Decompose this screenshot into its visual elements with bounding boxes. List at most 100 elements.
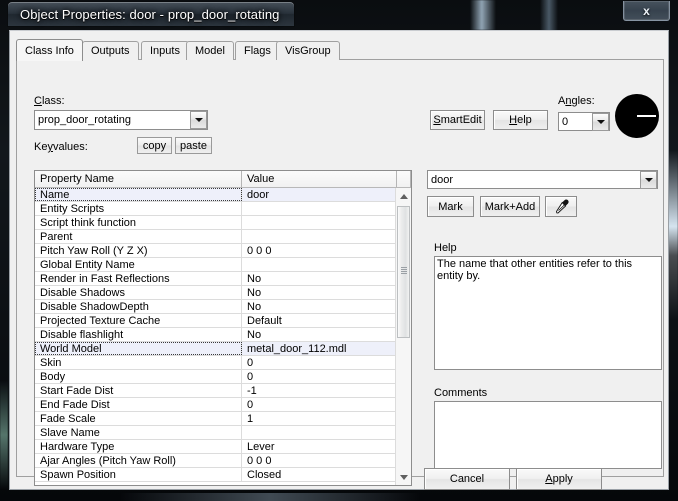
property-name-cell[interactable]: Fade Scale: [35, 412, 242, 425]
table-row[interactable]: Disable ShadowDepth No: [35, 300, 397, 314]
chevron-down-icon[interactable]: [592, 112, 609, 131]
table-row[interactable]: Name door: [35, 188, 397, 202]
copy-keyvalues-button[interactable]: copy: [137, 137, 172, 154]
scrollbar-thumb[interactable]: [397, 206, 410, 338]
property-value-cell[interactable]: -1: [242, 384, 397, 397]
property-value-cell[interactable]: Lever: [242, 440, 397, 453]
property-name-cell[interactable]: Spawn Position: [35, 468, 242, 481]
property-value-cell[interactable]: [242, 216, 397, 229]
mark-add-button[interactable]: Mark+Add: [480, 196, 540, 217]
property-value-cell[interactable]: [242, 258, 397, 271]
property-name-cell[interactable]: Slave Name: [35, 426, 242, 439]
property-name-cell[interactable]: Pitch Yaw Roll (Y Z X): [35, 244, 242, 257]
table-row[interactable]: Start Fade Dist -1: [35, 384, 397, 398]
property-value-cell[interactable]: metal_door_112.mdl: [242, 342, 397, 355]
mark-button[interactable]: Mark: [427, 196, 474, 217]
scroll-up-icon[interactable]: [396, 188, 411, 204]
chevron-down-icon[interactable]: [190, 111, 207, 129]
property-value-cell[interactable]: [242, 202, 397, 215]
table-row[interactable]: World Model metal_door_112.mdl: [35, 342, 397, 356]
property-value-cell[interactable]: 0 0 0: [242, 244, 397, 257]
property-name-cell[interactable]: Entity Scripts: [35, 202, 242, 215]
property-value-cell[interactable]: No: [242, 328, 397, 341]
chevron-down-icon[interactable]: [640, 170, 657, 189]
property-name-cell[interactable]: Disable ShadowDepth: [35, 300, 242, 313]
property-value-cell[interactable]: door: [242, 188, 397, 201]
table-row[interactable]: Hardware Type Lever: [35, 440, 397, 454]
paste-keyvalues-button[interactable]: paste: [175, 137, 212, 154]
table-row[interactable]: Slave Name: [35, 426, 397, 440]
property-value-cell[interactable]: 0 0 0: [242, 454, 397, 467]
property-name-cell[interactable]: Render in Fast Reflections: [35, 272, 242, 285]
property-grid-scrollbar[interactable]: [395, 188, 411, 485]
table-row[interactable]: Global Entity Name: [35, 258, 397, 272]
property-name-cell[interactable]: Global Entity Name: [35, 258, 242, 271]
property-value-cell[interactable]: Closed: [242, 468, 397, 481]
tab-flags[interactable]: Flags: [235, 41, 280, 60]
property-name-cell[interactable]: Body: [35, 370, 242, 383]
comments-input[interactable]: [434, 401, 662, 469]
property-name-cell[interactable]: World Model: [35, 342, 242, 355]
tab-inputs[interactable]: Inputs: [141, 41, 189, 60]
close-button[interactable]: x: [623, 1, 670, 21]
eyedropper-button[interactable]: [545, 196, 577, 217]
table-row[interactable]: Parent: [35, 230, 397, 244]
entity-name-combobox[interactable]: door: [427, 170, 658, 189]
property-name-cell[interactable]: Script think function: [35, 216, 242, 229]
smartedit-button[interactable]: SmartEdit: [430, 110, 485, 130]
cancel-button[interactable]: Cancel: [424, 468, 510, 490]
help-button[interactable]: Help: [493, 110, 548, 130]
table-row[interactable]: Entity Scripts: [35, 202, 397, 216]
table-row[interactable]: Render in Fast Reflections No: [35, 272, 397, 286]
property-name-cell[interactable]: Projected Texture Cache: [35, 314, 242, 327]
angles-combobox[interactable]: 0: [558, 112, 610, 131]
property-value-cell[interactable]: 1: [242, 412, 397, 425]
table-row[interactable]: Pitch Yaw Roll (Y Z X) 0 0 0: [35, 244, 397, 258]
help-text-box: The name that other entities refer to th…: [434, 256, 662, 370]
table-row[interactable]: Skin 0: [35, 356, 397, 370]
table-row[interactable]: Ajar Angles (Pitch Yaw Roll) 0 0 0: [35, 454, 397, 468]
property-name-cell[interactable]: Skin: [35, 356, 242, 369]
tab-visgroup[interactable]: VisGroup: [276, 41, 340, 60]
property-grid[interactable]: Property Name Value Name door Entity Scrip…: [34, 170, 412, 486]
class-combobox[interactable]: prop_door_rotating: [34, 110, 208, 130]
tab-strip: Class Info Outputs Inputs Model Flags Vi…: [16, 39, 664, 61]
property-value-cell[interactable]: [242, 230, 397, 243]
property-name-cell[interactable]: End Fade Dist: [35, 398, 242, 411]
property-value-cell[interactable]: Default: [242, 314, 397, 327]
apply-button[interactable]: Apply: [516, 468, 602, 490]
table-row[interactable]: Script think function: [35, 216, 397, 230]
table-row[interactable]: Fade Scale 1: [35, 412, 397, 426]
class-value: prop_door_rotating: [38, 114, 131, 126]
table-row[interactable]: Disable flashlight No: [35, 328, 397, 342]
column-header-value[interactable]: Value: [242, 171, 397, 187]
property-name-cell[interactable]: Disable Shadows: [35, 286, 242, 299]
tab-outputs[interactable]: Outputs: [82, 41, 139, 60]
property-value-cell[interactable]: No: [242, 300, 397, 313]
property-value-cell[interactable]: 0: [242, 356, 397, 369]
property-name-cell[interactable]: Start Fade Dist: [35, 384, 242, 397]
table-row[interactable]: Projected Texture Cache Default: [35, 314, 397, 328]
scroll-down-icon[interactable]: [396, 469, 411, 485]
column-header-property-name[interactable]: Property Name: [35, 171, 242, 187]
tab-class-info[interactable]: Class Info: [16, 39, 83, 61]
table-row[interactable]: Spawn Position Closed: [35, 468, 397, 482]
property-name-cell[interactable]: Name: [35, 188, 242, 201]
property-value-cell[interactable]: 0: [242, 370, 397, 383]
property-value-cell[interactable]: No: [242, 286, 397, 299]
table-row[interactable]: Disable Shadows No: [35, 286, 397, 300]
property-grid-body[interactable]: Name door Entity Scripts Script think funct…: [35, 188, 397, 485]
property-name-cell[interactable]: Parent: [35, 230, 242, 243]
tab-model[interactable]: Model: [186, 41, 234, 60]
table-row[interactable]: End Fade Dist 0: [35, 398, 397, 412]
property-value-cell[interactable]: [242, 426, 397, 439]
table-row[interactable]: Body 0: [35, 370, 397, 384]
mark-add-label: Mark+Add: [484, 200, 536, 213]
property-name-cell[interactable]: Hardware Type: [35, 440, 242, 453]
property-name-cell[interactable]: Disable flashlight: [35, 328, 242, 341]
angle-dial-icon[interactable]: [615, 94, 659, 138]
property-value-cell[interactable]: No: [242, 272, 397, 285]
property-value-cell[interactable]: 0: [242, 398, 397, 411]
title-bar[interactable]: Object Properties: door - prop_door_rota…: [0, 0, 678, 30]
property-name-cell[interactable]: Ajar Angles (Pitch Yaw Roll): [35, 454, 242, 467]
